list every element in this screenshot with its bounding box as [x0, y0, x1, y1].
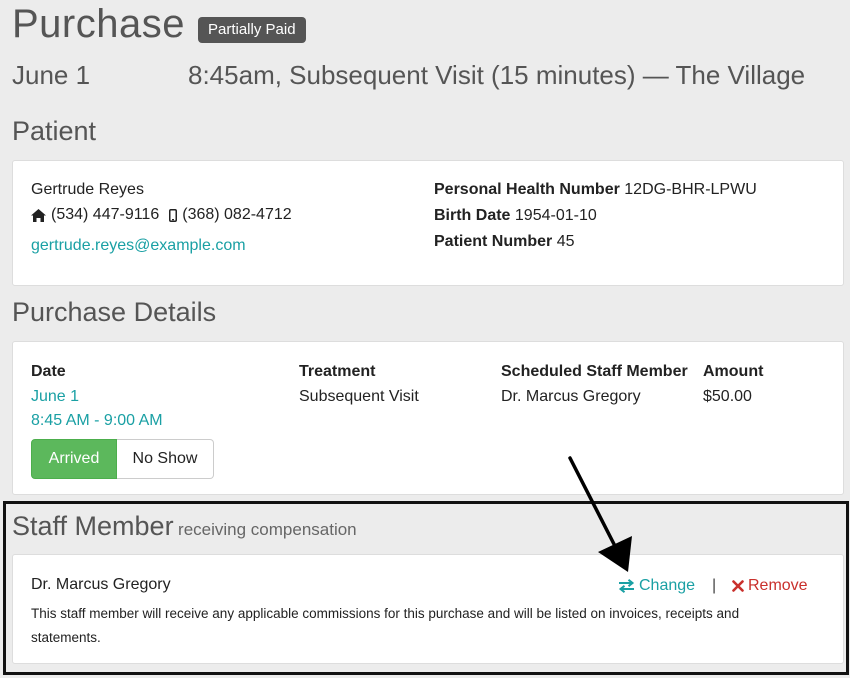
patient-number-label: Patient Number [434, 233, 553, 250]
mobile-phone: (368) 082-4712 [182, 206, 292, 223]
attendance-button-group: Arrived No Show [31, 439, 214, 479]
home-icon [31, 208, 46, 222]
staff-member-section-title-row: Staff Member receiving compensation [12, 511, 357, 542]
times-icon [732, 580, 744, 592]
birth-date-value: 1954-01-10 [514, 207, 597, 224]
treatment-header: Treatment [299, 363, 376, 380]
phn-value: 12DG-BHR-LPWU [624, 181, 757, 198]
scheduled-staff-header: Scheduled Staff Member [501, 363, 688, 380]
status-badge: Partially Paid [198, 17, 306, 43]
scheduled-staff-value: Dr. Marcus Gregory [501, 388, 641, 405]
remove-label: Remove [748, 577, 808, 594]
mobile-icon [169, 208, 178, 222]
staff-member-section-subtitle: receiving compensation [178, 520, 357, 539]
home-phone: (534) 447-9116 [51, 206, 160, 223]
change-label: Change [639, 577, 696, 594]
no-show-button[interactable]: No Show [117, 439, 214, 479]
date-header: Date [31, 363, 66, 380]
phn-row: Personal Health Number 12DG-BHR-LPWU [434, 181, 757, 199]
amount-header: Amount [703, 363, 764, 380]
visit-date: June 1 [12, 60, 91, 90]
page-title: Purchase [12, 2, 185, 46]
patient-section-title: Patient [12, 116, 97, 146]
purchase-details-section-title: Purchase Details [12, 297, 217, 327]
action-separator: | [712, 577, 717, 594]
treatment-value: Subsequent Visit [299, 388, 419, 405]
patient-number-value: 45 [556, 233, 575, 250]
remove-button[interactable]: Remove [732, 577, 808, 595]
patient-name: Gertrude Reyes [31, 181, 144, 198]
time-link[interactable]: 8:45 AM - 9:00 AM [31, 412, 163, 430]
patient-email-link[interactable]: gertrude.reyes@example.com [31, 237, 246, 255]
phn-label: Personal Health Number [434, 181, 620, 198]
arrived-button[interactable]: Arrived [31, 439, 117, 479]
date-link[interactable]: June 1 [31, 388, 79, 406]
annotation-arrow [568, 456, 632, 572]
staff-member-description: This staff member will receive any appli… [31, 606, 740, 645]
birth-date-label: Birth Date [434, 207, 511, 224]
birth-date-row: Birth Date 1954-01-10 [434, 207, 597, 225]
staff-member-section-title: Staff Member [12, 511, 174, 541]
patient-number-row: Patient Number 45 [434, 233, 575, 251]
visit-details: 8:45am, Subsequent Visit (15 minutes) — … [188, 60, 806, 90]
patient-phones: (534) 447-9116 (368) 082-4712 [31, 206, 292, 224]
amount-value: $50.00 [703, 388, 752, 405]
exchange-icon [618, 579, 635, 593]
staff-member-name: Dr. Marcus Gregory [31, 576, 171, 593]
